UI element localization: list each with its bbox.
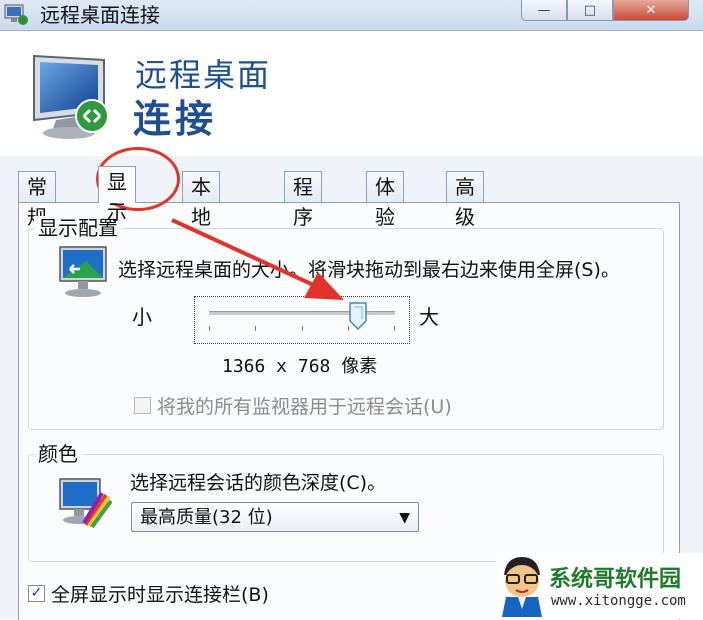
connection-bar-label: 全屏显示时显示连接栏(B) — [51, 584, 269, 606]
minimize-button[interactable]: — — [521, 0, 567, 21]
resolution-value: 1366 x 768 — [222, 356, 331, 377]
all-monitors-label: 将我的所有监视器用于远程会话(U) — [157, 396, 452, 418]
connection-bar-checkbox[interactable]: ✓ — [28, 585, 45, 602]
slider-tick — [255, 326, 256, 331]
display-size-slider[interactable] — [194, 296, 410, 344]
tab-experience[interactable]: 体验 — [366, 171, 404, 229]
window-title: 远程桌面连接 — [40, 3, 160, 27]
tab-general[interactable]: 常规 — [18, 171, 56, 229]
color-depth-selected: 最高质量(32 位) — [140, 507, 273, 528]
color-depth-description: 选择远程会话的颜色深度(C)。 — [130, 472, 387, 494]
chevron-down-icon: ▼ — [399, 510, 410, 526]
slider-small-label: 小 — [132, 305, 152, 329]
tab-local-resources[interactable]: 本地资源 — [182, 171, 220, 289]
resolution-readout: 1366 x 768 像素 — [222, 352, 377, 378]
cartoon-mascot-icon — [502, 557, 542, 617]
title-bar: 远程桌面连接 — □ ✕ — [0, 0, 703, 31]
display-monitor-icon — [59, 246, 107, 297]
all-monitors-checkbox[interactable] — [134, 397, 151, 414]
resolution-unit: 像素 — [341, 356, 378, 377]
slider-tick — [209, 326, 210, 331]
slider-tick — [302, 326, 303, 331]
tab-display[interactable]: 显示 — [98, 166, 136, 224]
connection-bar-option[interactable]: ✓ 全屏显示时显示连接栏(B) — [28, 580, 269, 607]
header-title-line2: 连接 — [133, 97, 218, 141]
remote-desktop-app-icon — [4, 4, 28, 25]
slider-large-label: 大 — [419, 305, 439, 329]
all-monitors-option[interactable]: 将我的所有监视器用于远程会话(U) — [134, 392, 452, 419]
tab-programs[interactable]: 程序 — [284, 171, 322, 229]
watermark-title: 系统哥软件园 — [549, 567, 682, 592]
slider-thumb[interactable] — [348, 301, 368, 331]
colors-label: 颜色 — [34, 442, 82, 466]
remote-desktop-monitor-icon — [33, 54, 109, 139]
color-depth-icon — [59, 478, 112, 529]
slider-tick — [394, 326, 395, 331]
watermark: 系统哥软件园 www.xitongge.com — [496, 553, 703, 619]
color-depth-dropdown[interactable]: 最高质量(32 位) ▼ — [131, 502, 419, 532]
watermark-url: www.xitongge.com — [551, 593, 686, 609]
maximize-button[interactable]: □ — [567, 0, 613, 21]
tab-advanced[interactable]: 高级 — [446, 171, 484, 229]
window-controls: — □ ✕ — [521, 0, 689, 22]
display-size-description: 选择远程桌面的大小。将滑块拖动到最右边来使用全屏(S)。 — [118, 259, 620, 281]
close-button[interactable]: ✕ — [613, 0, 689, 21]
